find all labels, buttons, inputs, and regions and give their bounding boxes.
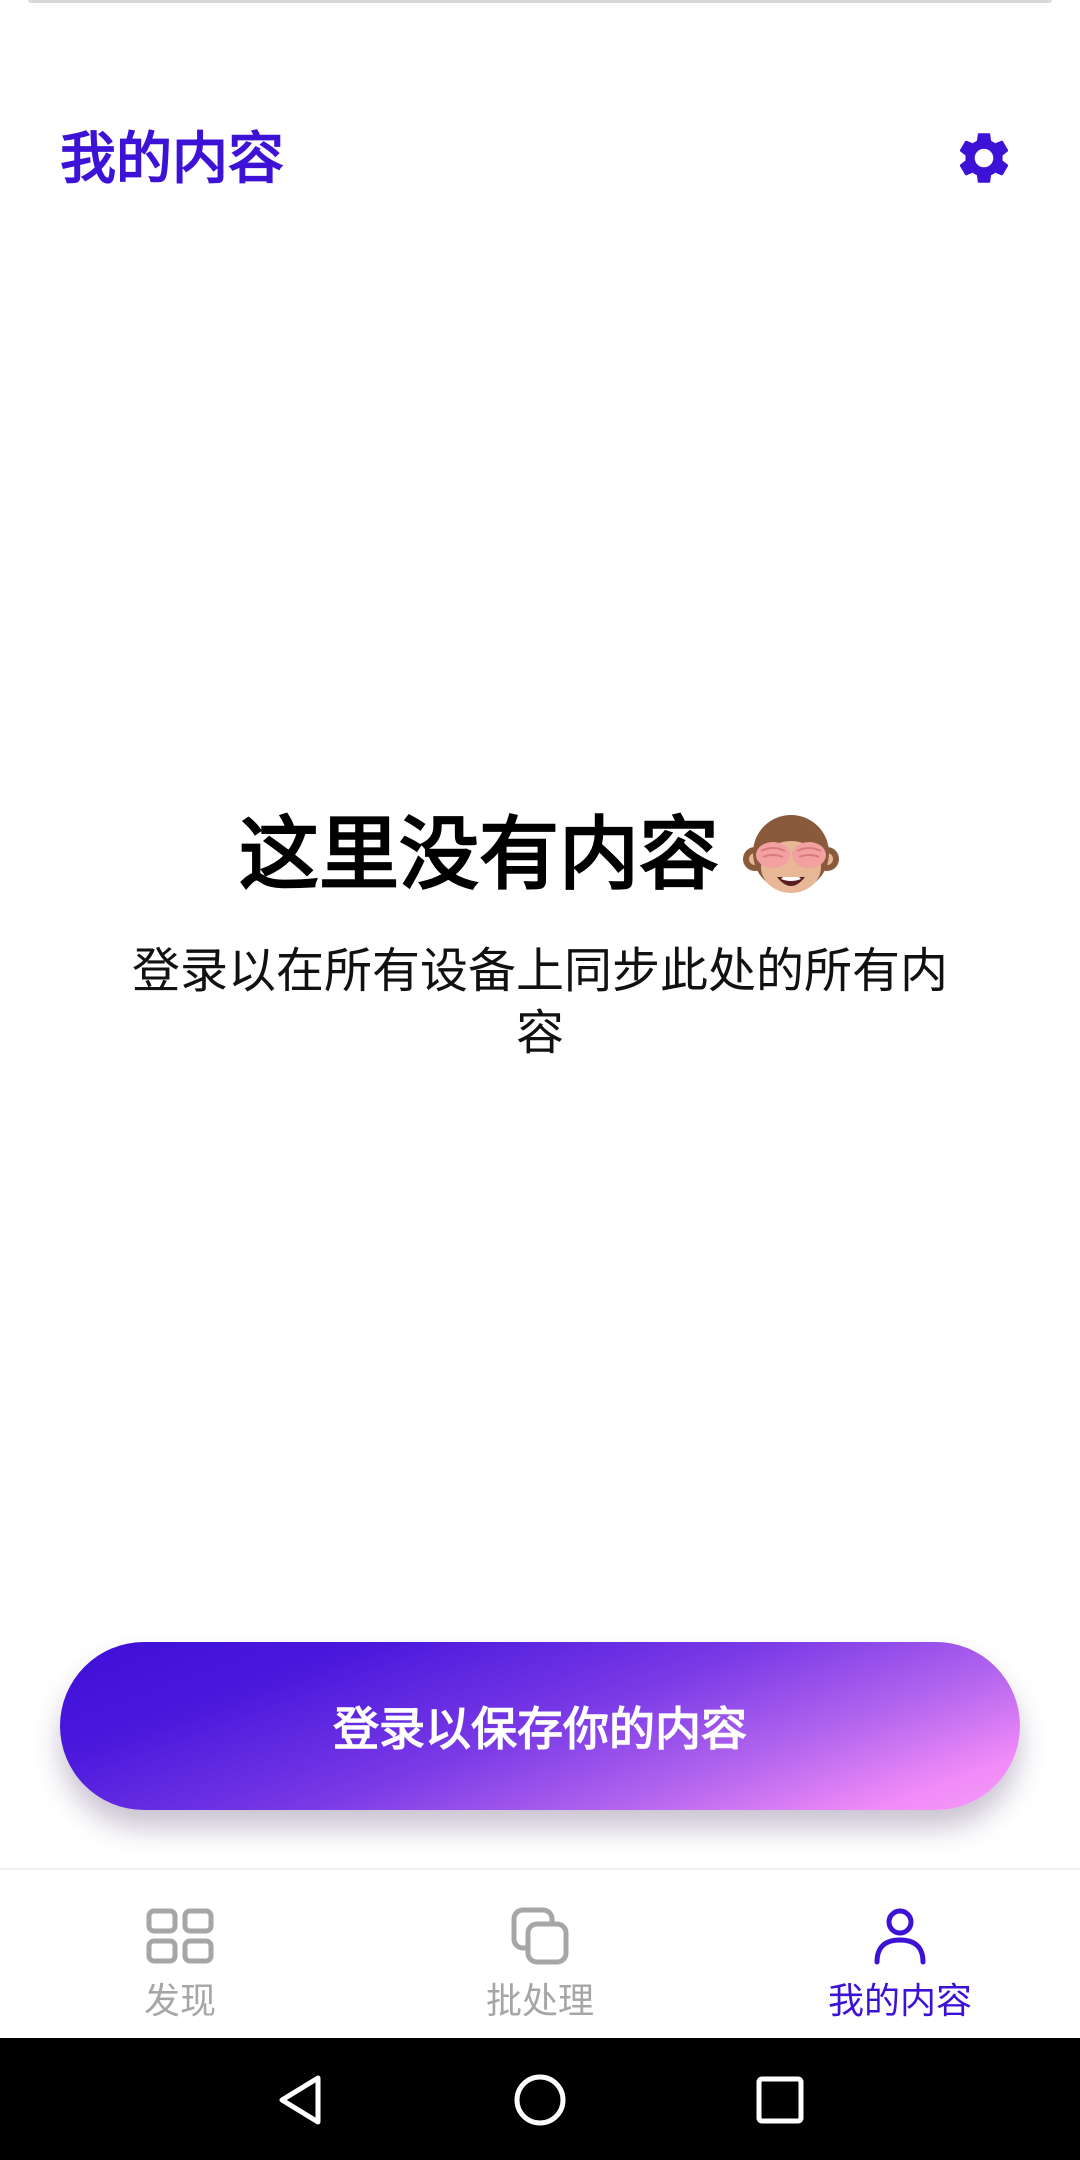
- nav-item-my-content[interactable]: 我的内容: [720, 1870, 1080, 2040]
- empty-state-title-row: 这里没有内容: [60, 800, 1020, 910]
- back-button[interactable]: [268, 2068, 332, 2132]
- status-bar-edge: [28, 0, 1052, 3]
- empty-state-subtitle: 登录以在所有设备上同步此处的所有内容: [131, 943, 948, 1061]
- stack-icon: [504, 1900, 576, 1972]
- bottom-navigation: 发现 批处理 我的内容: [0, 1868, 1080, 2040]
- person-icon: [864, 1900, 936, 1972]
- page-title: 我的内容: [60, 127, 284, 192]
- gear-icon: [959, 133, 1009, 183]
- recents-square-icon: [756, 2076, 804, 2124]
- back-triangle-icon: [279, 2075, 321, 2125]
- home-button[interactable]: [508, 2068, 572, 2132]
- nav-item-batch[interactable]: 批处理: [360, 1870, 720, 2040]
- see-no-evil-monkey-icon: [743, 815, 839, 893]
- nav-item-discover[interactable]: 发现: [0, 1870, 360, 2040]
- recents-button[interactable]: [748, 2068, 812, 2132]
- nav-label-batch: 批处理: [485, 1981, 594, 2022]
- system-navigation-bar: [0, 2038, 1080, 2160]
- login-save-button-label: 登录以保存你的内容: [333, 1702, 747, 1756]
- nav-label-my-content: 我的内容: [827, 1981, 972, 2022]
- nav-label-discover: 发现: [143, 1981, 216, 2022]
- login-save-button[interactable]: 登录以保存你的内容: [60, 1642, 1020, 1810]
- app-header: 我的内容: [0, 112, 1080, 208]
- empty-state: 这里没有内容 登录以在所有设备上同步此处的所有内容: [60, 800, 1020, 1064]
- empty-state-title: 这里没有内容: [239, 808, 719, 901]
- settings-button[interactable]: [950, 124, 1018, 192]
- grid-icon: [144, 1900, 216, 1972]
- home-circle-icon: [514, 2074, 566, 2126]
